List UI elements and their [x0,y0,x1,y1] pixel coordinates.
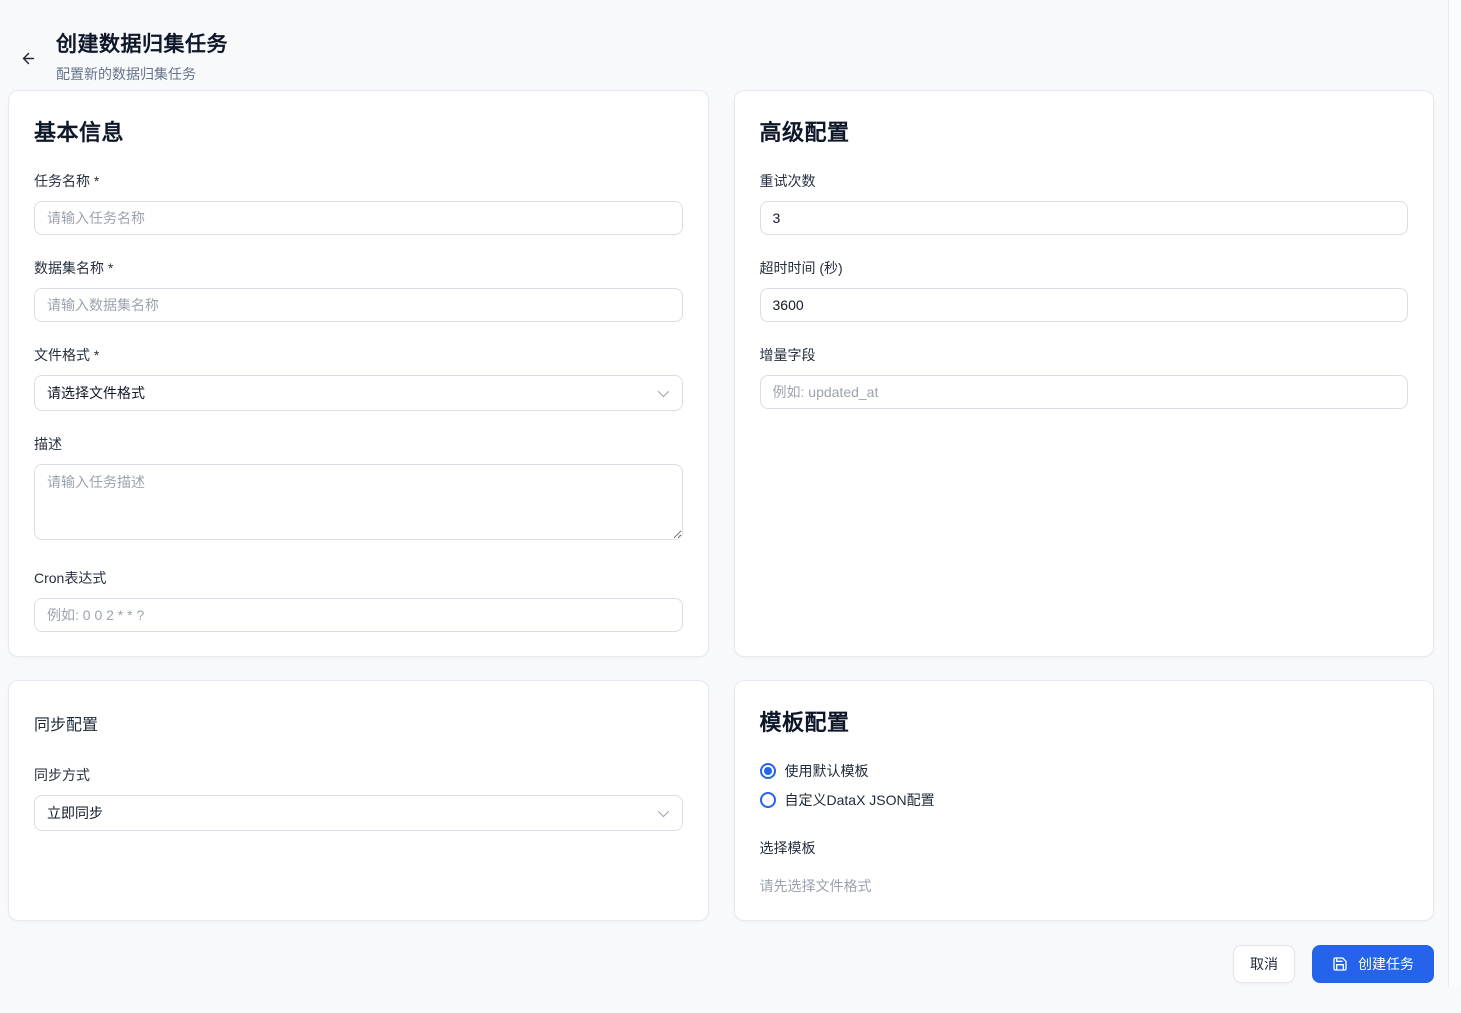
create-task-button-label: 创建任务 [1358,954,1414,974]
select-template-label: 选择模板 [760,838,1409,858]
page-subtitle: 配置新的数据归集任务 [56,64,228,84]
cron-label: Cron表达式 [34,568,683,588]
select-template-hint: 请先选择文件格式 [760,876,1409,896]
chevron-down-icon [657,806,668,817]
create-task-page: 创建数据归集任务 配置新的数据归集任务 基本信息 任务名称 * 数据集名称 * … [0,0,1461,1013]
sync-config-card: 同步配置 同步方式 立即同步 [8,680,709,921]
retry-input[interactable] [760,201,1409,235]
incremental-field: 增量字段 [760,345,1409,409]
form-actions: 取消 创建任务 [8,945,1434,1013]
create-task-button[interactable]: 创建任务 [1312,945,1434,983]
sync-config-title: 同步配置 [34,711,683,735]
header-text: 创建数据归集任务 配置新的数据归集任务 [56,28,228,84]
timeout-label: 超时时间 (秒) [760,258,1409,278]
dataset-name-field: 数据集名称 * [34,258,683,322]
arrow-left-icon [20,50,37,67]
template-config-title: 模板配置 [760,705,1409,737]
description-label: 描述 [34,434,683,454]
sync-mode-select-value: 立即同步 [47,803,103,823]
radio-selected-icon [760,763,776,779]
dataset-name-label: 数据集名称 * [34,258,683,278]
basic-info-title: 基本信息 [34,115,683,147]
sync-mode-field: 同步方式 立即同步 [34,765,683,831]
page-title: 创建数据归集任务 [56,28,228,58]
radio-default-template-label: 使用默认模板 [785,761,869,781]
description-textarea[interactable] [34,464,683,540]
radio-custom-datax-json[interactable]: 自定义DataX JSON配置 [760,790,1409,810]
retry-field: 重试次数 [760,171,1409,235]
scrollbar[interactable] [1448,0,1461,987]
timeout-input[interactable] [760,288,1409,322]
cron-field: Cron表达式 [34,568,683,632]
cancel-button[interactable]: 取消 [1233,945,1295,983]
page-header: 创建数据归集任务 配置新的数据归集任务 [8,0,1434,90]
dataset-name-input[interactable] [34,288,683,322]
advanced-config-title: 高级配置 [760,115,1409,147]
basic-info-card: 基本信息 任务名称 * 数据集名称 * 文件格式 * 请选择文件格式 描述 [8,90,709,657]
back-button[interactable] [14,44,42,72]
form-grid: 基本信息 任务名称 * 数据集名称 * 文件格式 * 请选择文件格式 描述 [8,90,1434,921]
chevron-down-icon [657,386,668,397]
file-format-select-value: 请选择文件格式 [47,383,145,403]
radio-custom-datax-json-label: 自定义DataX JSON配置 [785,790,935,810]
task-name-label: 任务名称 * [34,171,683,191]
radio-unselected-icon [760,792,776,808]
description-field: 描述 [34,434,683,545]
file-format-field: 文件格式 * 请选择文件格式 [34,345,683,411]
task-name-input[interactable] [34,201,683,235]
task-name-field: 任务名称 * [34,171,683,235]
radio-default-template[interactable]: 使用默认模板 [760,761,1409,781]
file-format-select[interactable]: 请选择文件格式 [34,375,683,411]
retry-label: 重试次数 [760,171,1409,191]
advanced-config-card: 高级配置 重试次数 超时时间 (秒) 增量字段 [734,90,1435,657]
file-format-label: 文件格式 * [34,345,683,365]
sync-mode-select[interactable]: 立即同步 [34,795,683,831]
incremental-field-label: 增量字段 [760,345,1409,365]
save-icon [1332,956,1348,972]
incremental-field-input[interactable] [760,375,1409,409]
template-radio-group: 使用默认模板 自定义DataX JSON配置 [760,761,1409,810]
timeout-field: 超时时间 (秒) [760,258,1409,322]
template-config-card: 模板配置 使用默认模板 自定义DataX JSON配置 选择模板 请先选择文件格… [734,680,1435,921]
sync-mode-label: 同步方式 [34,765,683,785]
cron-input[interactable] [34,598,683,632]
